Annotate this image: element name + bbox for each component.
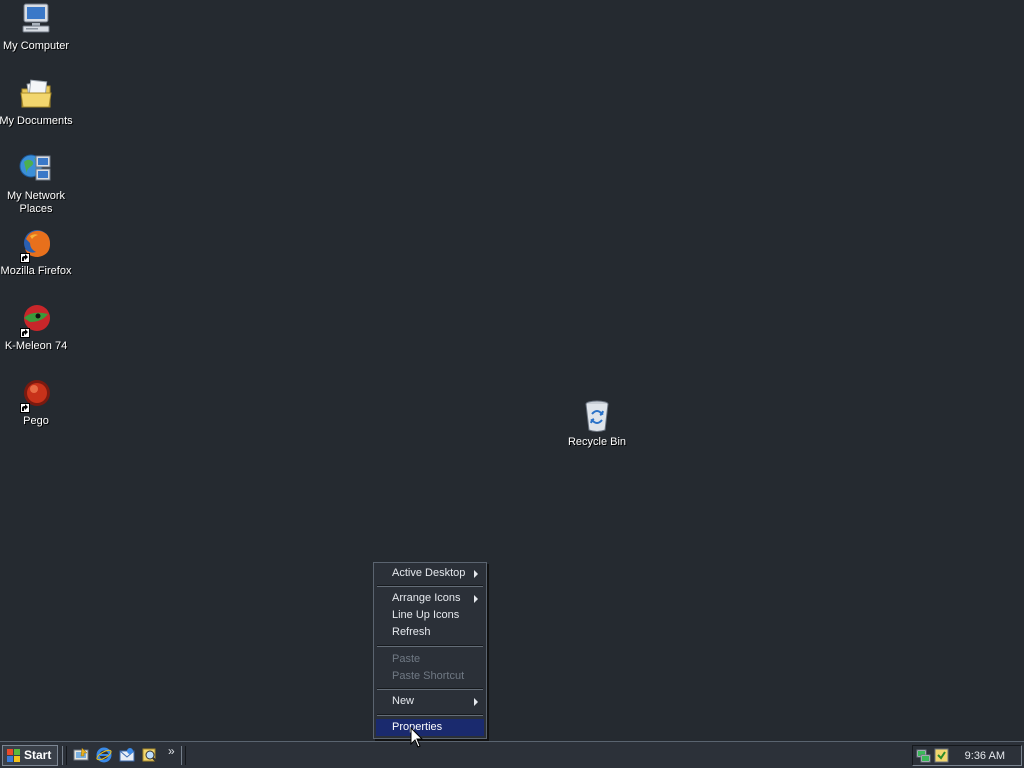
start-label: Start — [24, 748, 52, 762]
desktop[interactable]: My Computer My Documents My Network Plac… — [0, 0, 1024, 741]
menu-item-new[interactable]: New — [376, 693, 484, 710]
desktop-icon-label: Recycle Bin — [567, 436, 627, 448]
search-icon[interactable] — [142, 747, 158, 763]
desktop-icon-firefox[interactable]: Mozilla Firefox — [0, 227, 74, 278]
submenu-arrow-icon — [474, 698, 478, 706]
k-meleon-icon — [18, 302, 54, 338]
menu-item-label: Arrange Icons — [392, 592, 461, 604]
shortcut-arrow-icon — [20, 253, 30, 263]
clock[interactable]: 9:36 AM — [965, 750, 1005, 762]
menu-item-active-desktop[interactable]: Active Desktop — [376, 565, 484, 582]
recycle-bin-icon — [579, 398, 615, 434]
menu-item-label: Line Up Icons — [392, 609, 460, 621]
desktop-icon-recycle-bin[interactable]: Recycle Bin — [559, 398, 635, 449]
menu-item-paste[interactable]: Paste — [376, 651, 484, 668]
menu-item-arrange-icons[interactable]: Arrange Icons — [376, 590, 484, 607]
desktop-icon-network-places[interactable]: My Network Places — [0, 152, 74, 216]
menu-item-label: Refresh — [392, 626, 431, 638]
start-button[interactable]: Start — [2, 745, 58, 766]
menu-item-label: Paste Shortcut — [392, 670, 465, 682]
menu-separator — [377, 645, 483, 647]
menu-item-line-up-icons[interactable]: Line Up Icons — [376, 607, 484, 624]
windows-logo-icon — [7, 749, 20, 762]
desktop-icon-my-documents[interactable]: My Documents — [0, 77, 74, 128]
menu-item-refresh[interactable]: Refresh — [376, 624, 484, 641]
my-computer-icon — [18, 2, 54, 38]
toolbar-grip[interactable] — [181, 746, 186, 765]
show-desktop-icon[interactable] — [73, 747, 89, 763]
menu-item-paste-shortcut[interactable]: Paste Shortcut — [376, 668, 484, 685]
firefox-icon — [18, 227, 54, 263]
security-tray-icon[interactable] — [934, 748, 949, 763]
desktop-icon-my-computer[interactable]: My Computer — [0, 2, 74, 53]
system-tray: 9:36 AM — [912, 745, 1022, 766]
outlook-express-icon[interactable] — [119, 747, 135, 763]
menu-separator — [377, 585, 483, 587]
desktop-icon-label: My Documents — [0, 115, 73, 127]
my-documents-icon — [18, 77, 54, 113]
pego-icon — [18, 377, 54, 413]
menu-item-label: New — [392, 695, 415, 707]
toolbar-grip[interactable] — [62, 746, 67, 765]
network-places-icon — [18, 152, 54, 188]
submenu-arrow-icon — [474, 595, 478, 603]
desktop-context-menu: Active Desktop Arrange Icons Line Up Ico… — [373, 562, 487, 739]
shortcut-arrow-icon — [20, 403, 30, 413]
desktop-icon-label: K-Meleon 74 — [4, 340, 68, 352]
desktop-icon-k-meleon[interactable]: K-Meleon 74 — [0, 302, 74, 353]
desktop-icon-label: Mozilla Firefox — [0, 265, 72, 277]
menu-separator — [377, 688, 483, 690]
internet-explorer-icon[interactable] — [96, 747, 112, 763]
desktop-icon-label: My Computer — [2, 40, 70, 52]
menu-separator — [377, 714, 483, 716]
network-tray-icon[interactable] — [916, 748, 931, 763]
submenu-arrow-icon — [474, 570, 478, 578]
menu-item-label: Active Desktop — [392, 567, 466, 579]
menu-item-properties[interactable]: Properties — [376, 719, 484, 736]
menu-item-label: Paste — [392, 653, 421, 665]
desktop-icon-label: Pego — [23, 415, 49, 427]
desktop-icon-pego[interactable]: Pego — [0, 377, 74, 428]
quick-launch-overflow-button[interactable]: » — [168, 744, 175, 758]
desktop-icon-label: My Network Places — [6, 190, 66, 215]
shortcut-arrow-icon — [20, 328, 30, 338]
taskbar: Start » 9:36 AM — [0, 741, 1024, 768]
menu-item-label: Properties — [392, 721, 443, 733]
